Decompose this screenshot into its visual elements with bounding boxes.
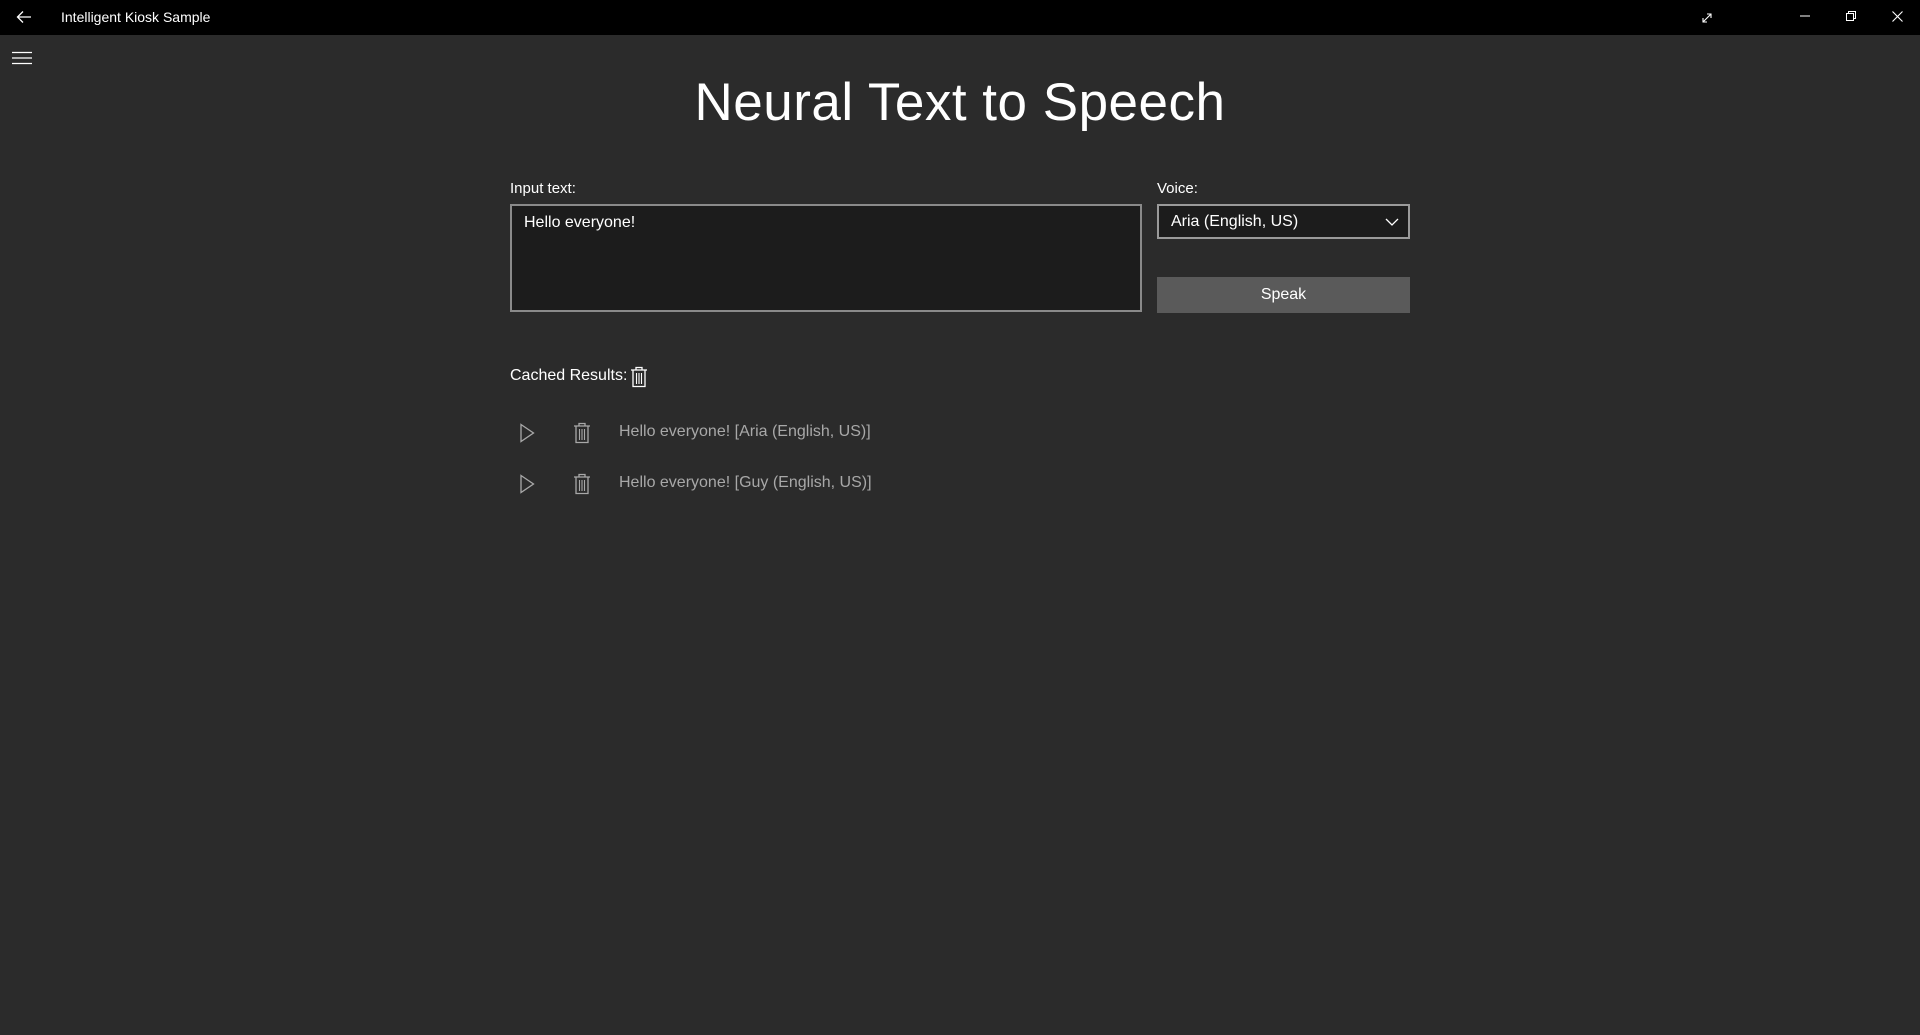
page-title: Neural Text to Speech bbox=[694, 73, 1226, 132]
speak-button[interactable]: Speak bbox=[1157, 277, 1410, 313]
play-icon bbox=[520, 474, 535, 494]
back-arrow-icon bbox=[16, 11, 31, 23]
voice-label: Voice: bbox=[1157, 180, 1198, 197]
cached-result-row: Hello everyone! [Guy (English, US)] bbox=[510, 464, 1010, 504]
play-button[interactable] bbox=[514, 419, 540, 447]
delete-result-button[interactable] bbox=[569, 419, 595, 447]
close-icon bbox=[1891, 10, 1903, 22]
minimize-icon bbox=[1800, 15, 1810, 17]
delete-result-button[interactable] bbox=[569, 470, 595, 498]
minimize-button[interactable] bbox=[1782, 0, 1828, 32]
clear-cache-button[interactable] bbox=[628, 364, 650, 390]
expand-icon bbox=[1702, 13, 1712, 23]
trash-icon bbox=[574, 473, 590, 495]
cached-results-label: Cached Results: bbox=[510, 367, 628, 384]
hamburger-menu-icon bbox=[12, 51, 32, 65]
hamburger-menu-button[interactable] bbox=[9, 47, 35, 69]
trash-icon bbox=[574, 422, 590, 444]
chevron-down-icon bbox=[1385, 218, 1399, 226]
expand-button[interactable] bbox=[1684, 2, 1730, 34]
play-button[interactable] bbox=[514, 470, 540, 498]
cached-result-row: Hello everyone! [Aria (English, US)] bbox=[510, 413, 1010, 453]
input-text-label: Input text: bbox=[510, 180, 576, 197]
cached-result-text: Hello everyone! [Guy (English, US)] bbox=[619, 474, 872, 491]
cached-result-text: Hello everyone! [Aria (English, US)] bbox=[619, 423, 871, 440]
play-icon bbox=[520, 423, 535, 443]
title-bar: Intelligent Kiosk Sample bbox=[0, 0, 1920, 35]
input-text-field[interactable]: Hello everyone! bbox=[510, 204, 1142, 312]
restore-icon bbox=[1846, 11, 1856, 21]
trash-icon bbox=[631, 366, 647, 388]
voice-selected-value: Aria (English, US) bbox=[1171, 212, 1299, 230]
close-button[interactable] bbox=[1874, 0, 1920, 32]
restore-button[interactable] bbox=[1828, 0, 1874, 32]
back-button[interactable] bbox=[10, 4, 38, 30]
voice-dropdown[interactable]: Aria (English, US) bbox=[1157, 204, 1410, 239]
window-title: Intelligent Kiosk Sample bbox=[61, 9, 211, 25]
